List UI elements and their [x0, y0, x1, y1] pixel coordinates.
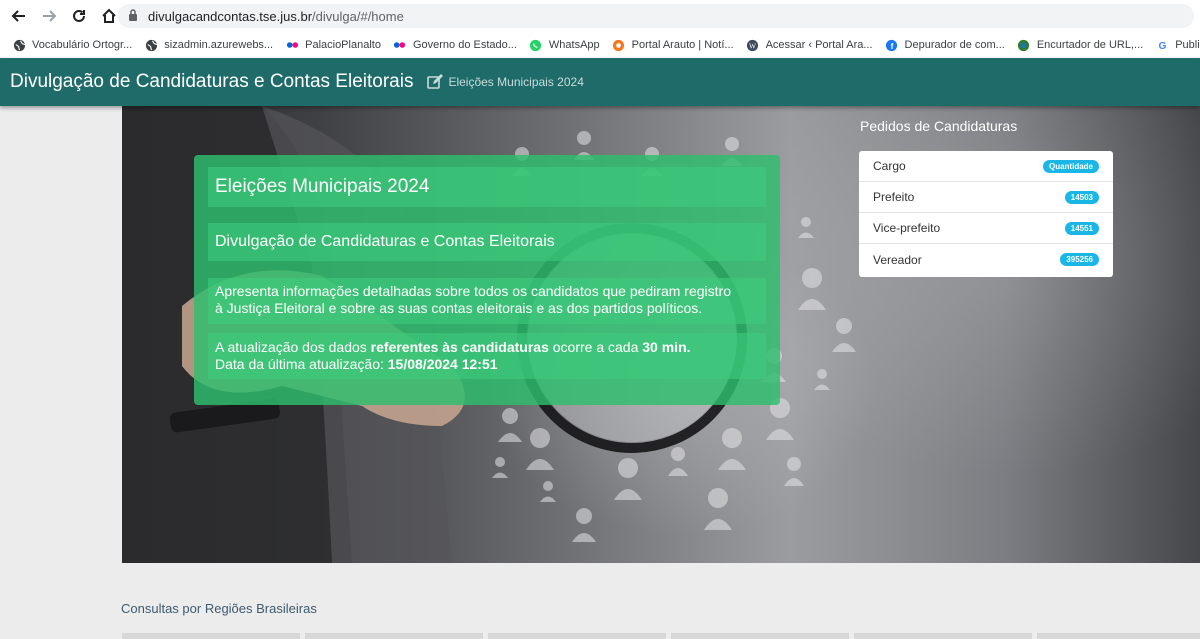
bookmark-item[interactable]: Vocabulário Ortogr...	[12, 38, 132, 52]
facebook-icon: f	[885, 38, 899, 52]
app-title[interactable]: Divulgação de Candidaturas e Contas Elei…	[10, 71, 413, 93]
google-icon: G	[1155, 38, 1169, 52]
cargo-label: Vice-prefeito	[873, 221, 941, 235]
app-header: Divulgação de Candidaturas e Contas Elei…	[0, 58, 1200, 106]
link-icon	[1017, 38, 1031, 52]
hero-banner: Eleições Municipais 2024 Divulgação de C…	[122, 106, 1200, 563]
hero-subtitle: Divulgação de Candidaturas e Contas Elei…	[208, 223, 766, 261]
region-tile[interactable]	[488, 633, 666, 639]
last-update: Data da última atualização: 15/08/2024 1…	[215, 356, 498, 372]
bookmark-item[interactable]: Encurtador de URL,...	[1017, 38, 1143, 52]
hero-title: Eleições Municipais 2024	[208, 167, 766, 207]
bookmark-item[interactable]: f Depurador de com...	[885, 38, 1005, 52]
region-tile[interactable]	[1037, 633, 1200, 639]
bookmark-item[interactable]: WhatsApp	[529, 38, 600, 52]
regions-title: Consultas por Regiões Brasileiras	[121, 601, 317, 616]
bookmark-item[interactable]: G Publisher Center	[1155, 38, 1200, 52]
hero-update-info: A atualização dos dados referentes às ca…	[208, 333, 766, 379]
region-tile[interactable]	[854, 633, 1032, 639]
hero-description-line: à Justiça Eleitoral e sobre as suas cont…	[215, 300, 703, 316]
bookmarks-bar: Vocabulário Ortogr... sizadmin.azurewebs…	[0, 32, 1200, 58]
edit-icon	[427, 74, 444, 90]
svg-text:f: f	[891, 41, 894, 51]
address-bar[interactable]: divulgacandcontas.tse.jus.br/divulga/#/h…	[118, 4, 1194, 28]
bookmark-item[interactable]: PalacioPlanalto	[285, 38, 381, 52]
url-path: /divulga/#/home	[312, 8, 404, 24]
hero-description: Apresenta informações detalhadas sobre t…	[208, 278, 766, 324]
pedidos-table: Cargo Quantidade Prefeito 14503 Vice-pre…	[859, 151, 1113, 277]
count-badge: 14503	[1064, 190, 1099, 204]
pedidos-row-vice-prefeito[interactable]: Vice-prefeito 14551	[859, 213, 1113, 244]
pedidos-row-vereador[interactable]: Vereador 395256	[859, 244, 1113, 275]
pedidos-row-prefeito[interactable]: Prefeito 14503	[859, 182, 1113, 213]
hero-description-line: Apresenta informações detalhadas sobre t…	[215, 283, 731, 299]
bookmark-item[interactable]: Portal Arauto | Notí...	[612, 38, 734, 52]
arauto-icon	[612, 38, 626, 52]
whatsapp-icon	[529, 38, 543, 52]
region-tile[interactable]	[671, 633, 849, 639]
cargo-header: Cargo	[873, 159, 906, 173]
pedidos-header-row: Cargo Quantidade	[859, 151, 1113, 182]
flickr-icon	[285, 38, 299, 52]
back-icon[interactable]	[6, 3, 32, 29]
region-tile[interactable]	[305, 633, 483, 639]
quantidade-badge: Quantidade	[1042, 159, 1099, 173]
bookmark-item[interactable]: sizadmin.azurewebs...	[144, 38, 273, 52]
bookmark-item[interactable]: Governo do Estado...	[393, 38, 517, 52]
region-tile[interactable]	[122, 633, 300, 639]
flickr-icon	[393, 38, 407, 52]
pedidos-title: Pedidos de Candidaturas	[860, 118, 1018, 134]
cargo-label: Vereador	[873, 252, 922, 267]
reload-icon[interactable]	[66, 3, 92, 29]
hero-info-card: Eleições Municipais 2024 Divulgação de C…	[194, 155, 780, 405]
wordpress-icon: W	[746, 38, 760, 52]
svg-text:W: W	[749, 41, 756, 50]
lock-icon	[128, 8, 138, 24]
last-update-value: 15/08/2024 12:51	[387, 356, 498, 372]
count-badge: 14551	[1064, 221, 1099, 235]
svg-text:G: G	[1158, 41, 1166, 52]
globe-icon	[12, 38, 26, 52]
forward-icon[interactable]	[36, 3, 62, 29]
election-subtitle[interactable]: Eleições Municipais 2024	[448, 75, 583, 89]
url-domain: divulgacandcontas.tse.jus.br	[148, 8, 313, 24]
globe-icon	[144, 38, 158, 52]
cargo-label: Prefeito	[873, 190, 915, 204]
bookmark-item[interactable]: W Acessar ‹ Portal Ara...	[746, 38, 873, 52]
count-badge: 395256	[1060, 253, 1099, 266]
browser-toolbar: divulgacandcontas.tse.jus.br/divulga/#/h…	[0, 0, 1200, 32]
update-frequency: A atualização dos dados referentes às ca…	[215, 339, 691, 355]
